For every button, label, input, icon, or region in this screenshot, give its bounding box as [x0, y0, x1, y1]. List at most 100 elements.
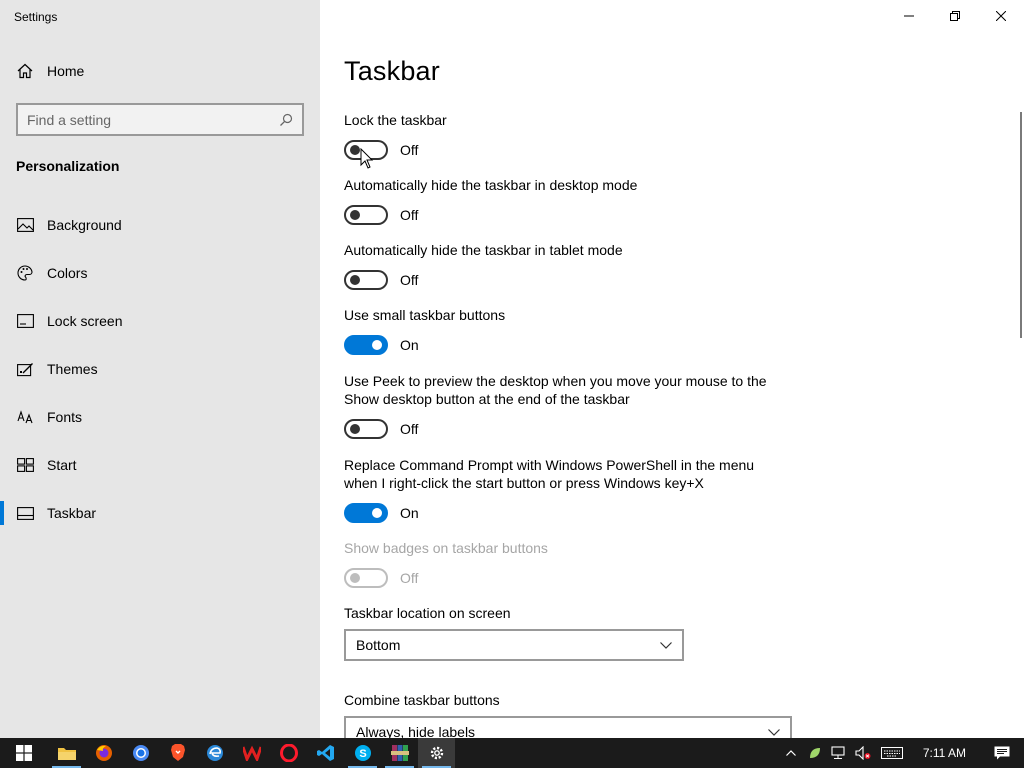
system-tray: 7:11 AM — [779, 738, 1024, 768]
toggle-state: Off — [400, 142, 419, 158]
toggle-state: On — [400, 337, 419, 353]
taskbar-app-wps[interactable] — [233, 738, 270, 768]
setting-label-line2: Show desktop button at the end of the ta… — [344, 391, 630, 407]
chevron-up-icon — [785, 750, 796, 756]
setting-label: Show badges on taskbar buttons — [344, 540, 548, 556]
settings-icon — [430, 746, 443, 760]
app-title: Settings — [14, 10, 58, 24]
autohide-tablet-toggle[interactable] — [344, 270, 388, 290]
setting-autohide-desktop: Automatically hide the taskbar in deskto… — [344, 176, 637, 225]
autohide-desktop-toggle[interactable] — [344, 205, 388, 225]
search-icon[interactable] — [279, 113, 293, 127]
taskbar-app-winrar[interactable] — [381, 738, 418, 768]
keyboard-icon — [880, 747, 903, 759]
sidebar-item-colors[interactable]: Colors — [0, 249, 320, 297]
setting-label: Use small taskbar buttons — [344, 307, 506, 323]
dropdown-value: Always, hide labels — [356, 724, 476, 738]
file-explorer-icon — [57, 748, 76, 760]
mouse-cursor-icon — [360, 148, 374, 169]
sidebar-item-label: Taskbar — [47, 505, 97, 521]
setting-label: Combine taskbar buttons — [344, 692, 500, 708]
setting-powershell: Replace Command Prompt with Windows Powe… — [344, 456, 754, 523]
badges-toggle — [344, 568, 388, 588]
firefox-icon — [95, 745, 112, 761]
windows-logo-icon — [16, 745, 32, 761]
volume-muted-icon — [855, 746, 871, 760]
sidebar-item-background[interactable]: Background — [0, 201, 320, 249]
setting-label-line2: when I right-click the start button or p… — [344, 475, 704, 491]
taskbar-app-settings[interactable] — [418, 738, 455, 768]
chevron-down-icon — [660, 641, 672, 649]
toggle-state: Off — [400, 207, 419, 223]
action-center-button[interactable] — [980, 738, 1024, 768]
skype-icon: S — [354, 745, 371, 761]
toggle-state: Off — [400, 570, 419, 586]
taskbar-app-opera[interactable] — [270, 738, 307, 768]
network-icon — [831, 746, 845, 759]
location-dropdown[interactable]: Bottom — [344, 629, 684, 661]
peek-toggle[interactable] — [344, 419, 388, 439]
taskbar-app-firefox[interactable] — [85, 738, 122, 768]
taskbar-app-vscode[interactable] — [307, 738, 344, 768]
chevron-down-icon — [768, 728, 780, 736]
home-link[interactable]: Home — [16, 62, 84, 80]
sidebar-item-label: Start — [47, 457, 77, 473]
sidebar-item-label: Themes — [47, 361, 98, 377]
taskbar-clock[interactable]: 7:11 AM — [909, 746, 980, 760]
toggle-state: On — [400, 505, 419, 521]
sidebar-item-start[interactable]: Start — [0, 441, 320, 489]
taskbar-app-edge[interactable] — [196, 738, 233, 768]
fonts-icon — [16, 409, 34, 425]
setting-badges: Show badges on taskbar buttons Off — [344, 539, 548, 588]
page-title: Taskbar — [344, 56, 440, 86]
setting-label-line1: Use Peek to preview the desktop when you… — [344, 373, 767, 389]
toggle-state: Off — [400, 421, 419, 437]
search-box[interactable] — [16, 103, 304, 136]
tray-app-icon[interactable] — [803, 738, 827, 768]
home-label: Home — [47, 63, 85, 79]
taskbar-icon — [16, 505, 34, 521]
toggle-state: Off — [400, 272, 419, 288]
start-button[interactable] — [0, 738, 48, 768]
setting-autohide-tablet: Automatically hide the taskbar in tablet… — [344, 241, 623, 290]
picture-icon — [16, 217, 34, 233]
palette-icon — [16, 265, 34, 281]
wps-icon — [242, 745, 261, 761]
keyboard-button[interactable] — [875, 738, 909, 768]
sidebar-item-fonts[interactable]: Fonts — [0, 393, 320, 441]
setting-label: Taskbar location on screen — [344, 605, 511, 621]
taskbar-app-file-explorer[interactable] — [48, 738, 85, 768]
setting-small-buttons: Use small taskbar buttons On — [344, 306, 505, 355]
winrar-icon — [390, 745, 409, 761]
sidebar-item-label: Background — [47, 217, 122, 233]
notification-icon — [994, 746, 1010, 760]
taskbar-app-brave[interactable] — [159, 738, 196, 768]
section-heading: Personalization — [16, 158, 120, 174]
setting-label: Automatically hide the taskbar in deskto… — [344, 177, 638, 193]
sidebar: Settings Home Personalization Background… — [0, 0, 320, 738]
sidebar-item-lock-screen[interactable]: Lock screen — [0, 297, 320, 345]
scrollbar[interactable] — [1020, 112, 1022, 338]
sidebar-item-taskbar[interactable]: Taskbar — [0, 489, 320, 537]
home-icon — [16, 62, 34, 80]
chrome-icon — [132, 745, 149, 761]
dropdown-value: Bottom — [356, 637, 401, 653]
sidebar-nav: Background Colors Lock screen Themes Fon… — [0, 201, 320, 537]
sidebar-item-themes[interactable]: Themes — [0, 345, 320, 393]
volume-button[interactable] — [851, 738, 875, 768]
network-button[interactable] — [827, 738, 851, 768]
windows-taskbar: S 7:11 AM — [0, 738, 1024, 768]
show-hidden-icons-button[interactable] — [779, 738, 803, 768]
search-input[interactable] — [27, 111, 279, 128]
sidebar-item-label: Lock screen — [47, 313, 123, 329]
taskbar-app-chrome[interactable] — [122, 738, 159, 768]
edge-icon — [206, 745, 223, 761]
leaf-icon — [809, 748, 820, 758]
small-buttons-toggle[interactable] — [344, 335, 388, 355]
taskbar-app-skype[interactable]: S — [344, 738, 381, 768]
themes-icon — [16, 361, 34, 377]
powershell-toggle[interactable] — [344, 503, 388, 523]
brave-icon — [170, 744, 185, 761]
combine-dropdown[interactable]: Always, hide labels — [344, 716, 792, 738]
setting-label-line1: Replace Command Prompt with Windows Powe… — [344, 457, 755, 473]
